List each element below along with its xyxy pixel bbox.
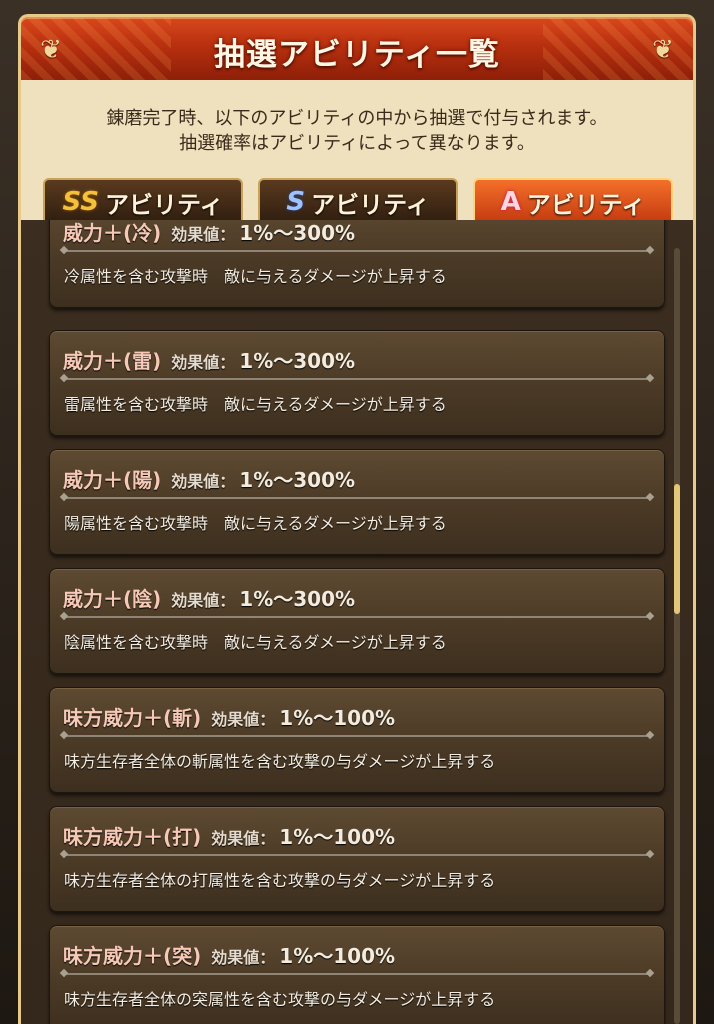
page-title: 抽選アビリティ一覧: [213, 37, 501, 73]
description-line-1: 錬磨完了時、以下のアビリティの中から抽選で付与されます。: [106, 108, 608, 129]
ability-card[interactable]: 威力＋(陰) 効果値： 1%〜300% 陰属性を含む攻撃時 敵に与えるダメージが上昇…: [49, 568, 665, 674]
s-rank-icon: S: [286, 187, 306, 217]
ability-card[interactable]: 威力＋(陽) 効果値： 1%〜300% 陽属性を含む攻撃時 敵に与えるダメージが上昇…: [49, 449, 665, 555]
ability-header: 威力＋(冷) 効果値： 1%〜300%: [63, 220, 355, 246]
ability-name: 威力＋(雷): [63, 349, 162, 373]
value-label: 効果値：: [171, 225, 236, 244]
ornament-right-icon: ❦: [652, 35, 674, 65]
ability-description: 味方生存者全体の突属性を含む攻撃の与ダメージが上昇する: [64, 990, 496, 1009]
ability-name: 味方威力＋(斬): [63, 706, 202, 730]
ability-card[interactable]: 味方威力＋(突) 効果値： 1%〜100% 味方生存者全体の突属性を含む攻撃の与ダメ…: [49, 925, 665, 1024]
tab-label: アビリティ: [104, 190, 224, 219]
ability-description: 味方生存者全体の斬属性を含む攻撃の与ダメージが上昇する: [64, 752, 496, 771]
ability-card[interactable]: 威力＋(雷) 効果値： 1%〜300% 雷属性を含む攻撃時 敵に与えるダメージが上昇…: [49, 330, 665, 436]
ability-header: 味方威力＋(斬) 効果値： 1%〜100%: [63, 702, 395, 731]
value-label: 効果値：: [171, 591, 236, 610]
ability-header: 威力＋(雷) 効果値： 1%〜300%: [63, 345, 355, 374]
value-label: 効果値：: [211, 829, 276, 848]
ability-list[interactable]: 威力＋(冷) 効果値： 1%〜300% 冷属性を含む攻撃時 敵に与えるダメージが上昇…: [18, 220, 696, 1024]
tab-s-ability[interactable]: S アビリティ: [258, 178, 458, 224]
divider: [64, 378, 650, 380]
ability-value: 1%〜300%: [239, 221, 356, 245]
ability-description: 冷属性を含む攻撃時 敵に与えるダメージが上昇する: [64, 267, 447, 286]
tab-ss-ability[interactable]: SS アビリティ: [43, 178, 243, 224]
description-line-2: 抽選確率はアビリティによって異なります。: [179, 133, 535, 154]
divider: [64, 854, 650, 856]
divider: [64, 735, 650, 737]
ability-card[interactable]: 味方威力＋(斬) 効果値： 1%〜100% 味方生存者全体の斬属性を含む攻撃の与ダメ…: [49, 687, 665, 793]
ability-name: 味方威力＋(突): [63, 944, 202, 968]
ability-description: 陽属性を含む攻撃時 敵に与えるダメージが上昇する: [64, 514, 447, 533]
tab-label: アビリティ: [526, 190, 646, 219]
ability-value: 1%〜300%: [239, 587, 356, 611]
ability-card[interactable]: 味方威力＋(打) 効果値： 1%〜100% 味方生存者全体の打属性を含む攻撃の与ダメ…: [49, 806, 665, 912]
tab-a-ability[interactable]: A アビリティ: [473, 178, 673, 224]
ability-name: 威力＋(陽): [63, 468, 162, 492]
header-banner: ❦ 抽選アビリティ一覧 ❦: [18, 14, 696, 80]
value-label: 効果値：: [211, 948, 276, 967]
ability-card[interactable]: 威力＋(冷) 効果値： 1%〜300% 冷属性を含む攻撃時 敵に与えるダメージが上昇…: [49, 220, 665, 308]
description: 錬磨完了時、以下のアビリティの中から抽選で付与されます。 抽選確率はアビリティに…: [21, 106, 693, 156]
ability-value: 1%〜300%: [239, 349, 356, 373]
ability-value: 1%〜300%: [239, 468, 356, 492]
scrollbar[interactable]: [674, 248, 680, 1024]
divider: [64, 250, 650, 252]
ss-rank-icon: SS: [62, 187, 99, 217]
ability-description: 陰属性を含む攻撃時 敵に与えるダメージが上昇する: [64, 633, 447, 652]
value-label: 効果値：: [171, 353, 236, 372]
tab-label: アビリティ: [311, 190, 430, 219]
ability-header: 威力＋(陰) 効果値： 1%〜300%: [63, 583, 355, 612]
ability-description: 味方生存者全体の打属性を含む攻撃の与ダメージが上昇する: [64, 871, 496, 890]
ability-header: 威力＋(陽) 効果値： 1%〜300%: [63, 464, 355, 493]
ability-header: 味方威力＋(突) 効果値： 1%〜100%: [63, 940, 395, 969]
value-label: 効果値：: [211, 710, 276, 729]
ability-value: 1%〜100%: [279, 944, 396, 968]
ability-value: 1%〜100%: [279, 706, 396, 730]
a-rank-icon: A: [500, 187, 521, 217]
divider: [64, 616, 650, 618]
ability-name: 威力＋(陰): [63, 587, 162, 611]
divider: [64, 973, 650, 975]
ability-description: 雷属性を含む攻撃時 敵に与えるダメージが上昇する: [64, 395, 447, 414]
value-label: 効果値：: [171, 472, 236, 491]
scrollbar-thumb[interactable]: [674, 484, 680, 614]
ability-name: 威力＋(冷): [63, 221, 162, 245]
divider: [64, 497, 650, 499]
ability-value: 1%〜100%: [279, 825, 396, 849]
rank-tabs: SS アビリティ S アビリティ A アビリティ: [43, 178, 673, 224]
ability-name: 味方威力＋(打): [63, 825, 202, 849]
ability-header: 味方威力＋(打) 効果値： 1%〜100%: [63, 821, 395, 850]
